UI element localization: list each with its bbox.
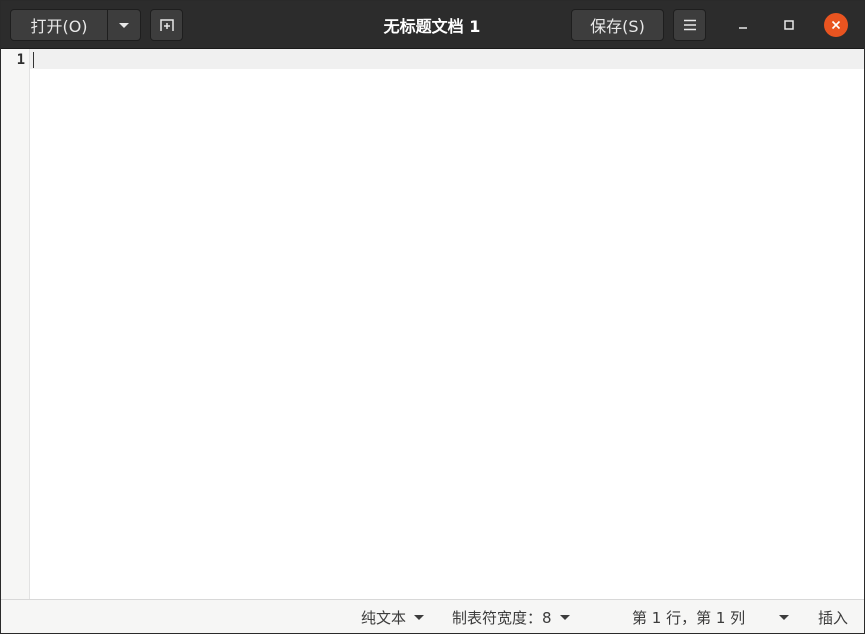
line-number: 1	[16, 52, 25, 68]
minimize-button[interactable]	[731, 13, 755, 37]
text-editor-window: 打开(O) 无标题文档 1 保存(S) 1 纯文本 制表符宽度：8 第 1 行，…	[0, 0, 865, 634]
header-bar: 打开(O) 无标题文档 1 保存(S)	[1, 1, 864, 49]
new-tab-button[interactable]	[150, 9, 183, 41]
status-bar: 纯文本 制表符宽度：8 第 1 行，第 1 列 插入	[1, 599, 864, 633]
insert-mode-indicator[interactable]: 插入	[818, 600, 849, 633]
insert-mode-label: 插入	[818, 608, 849, 627]
tab-width-selector[interactable]: 制表符宽度：8	[452, 600, 570, 633]
close-icon	[831, 20, 841, 30]
chevron-down-icon	[414, 614, 425, 620]
maximize-icon	[784, 20, 794, 30]
minimize-icon	[739, 27, 747, 29]
language-selector[interactable]: 纯文本	[361, 600, 425, 633]
open-menu-button[interactable]	[107, 9, 141, 41]
new-tab-icon	[159, 19, 174, 31]
language-label: 纯文本	[361, 608, 407, 627]
text-caret	[33, 52, 34, 68]
text-editor-area[interactable]	[30, 69, 864, 599]
maximize-button[interactable]	[777, 13, 801, 37]
cursor-position[interactable]: 第 1 行，第 1 列	[632, 600, 746, 633]
chevron-down-icon	[559, 614, 570, 620]
line-number-gutter: 1	[1, 49, 30, 599]
open-button-label: 打开(O)	[30, 17, 88, 36]
close-button[interactable]	[824, 13, 848, 37]
hamburger-menu-icon	[683, 19, 696, 31]
save-button[interactable]: 保存(S)	[571, 9, 664, 41]
current-line-highlight	[30, 49, 864, 69]
tab-width-label: 制表符宽度：8	[452, 608, 552, 627]
save-button-label: 保存(S)	[590, 17, 645, 36]
chevron-down-icon	[119, 22, 129, 28]
cursor-position-menu[interactable]	[779, 600, 789, 633]
cursor-position-label: 第 1 行，第 1 列	[632, 608, 746, 627]
open-button[interactable]: 打开(O)	[10, 9, 108, 41]
window-title: 无标题文档 1	[383, 17, 481, 36]
menu-button[interactable]	[673, 9, 706, 41]
chevron-down-icon	[779, 614, 789, 620]
